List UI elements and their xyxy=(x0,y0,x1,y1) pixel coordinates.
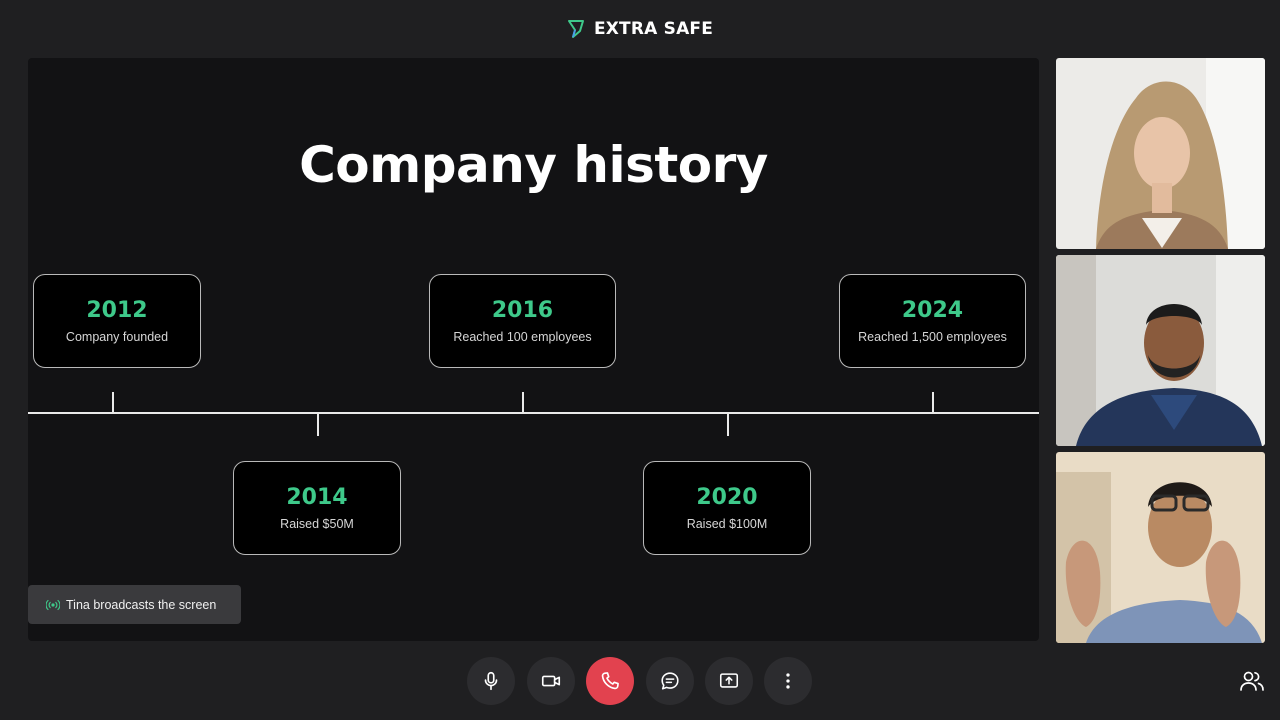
broadcast-icon xyxy=(46,599,60,610)
participant-video-1[interactable] xyxy=(1056,58,1265,249)
phone-icon xyxy=(601,672,619,690)
chat-button[interactable] xyxy=(646,657,694,705)
participant-video-3[interactable] xyxy=(1056,452,1265,643)
milestone-label: Raised $50M xyxy=(280,517,354,531)
milestone-year: 2014 xyxy=(286,485,348,510)
timeline-tick-2020 xyxy=(727,414,729,436)
participants-button[interactable] xyxy=(1238,668,1266,694)
people-icon xyxy=(1240,671,1264,691)
milestone-card: 2024 Reached 1,500 employees xyxy=(839,274,1026,368)
camera-button[interactable] xyxy=(527,657,575,705)
milestone-card: 2016 Reached 100 employees xyxy=(429,274,616,368)
slide-title: Company history xyxy=(299,136,768,194)
participant-video-image xyxy=(1056,255,1265,446)
microphone-button[interactable] xyxy=(467,657,515,705)
microphone-icon xyxy=(484,671,498,691)
brand-name: EXTRA SAFE xyxy=(593,19,714,39)
timeline-tick-2024 xyxy=(932,392,934,414)
share-screen-button[interactable] xyxy=(705,657,753,705)
extra-safe-logo-icon xyxy=(567,20,584,38)
end-call-button[interactable] xyxy=(586,657,634,705)
participant-video-image xyxy=(1056,452,1265,643)
more-vertical-icon xyxy=(786,673,790,689)
screen-share-icon xyxy=(719,673,739,688)
milestone-label: Raised $100M xyxy=(686,517,768,531)
timeline-tick-2012 xyxy=(112,392,114,414)
app-header: EXTRA SAFE xyxy=(0,0,1280,58)
timeline-tick-2014 xyxy=(317,414,319,436)
participant-video-image xyxy=(1056,58,1265,249)
video-camera-icon xyxy=(541,675,561,687)
milestone-card: 2012 Company founded xyxy=(33,274,201,368)
milestone-year: 2012 xyxy=(86,298,148,323)
milestone-label: Reached 1,500 employees xyxy=(858,330,1007,344)
shared-screen: Company history 2012 Company founded 201… xyxy=(28,58,1039,641)
milestone-year: 2020 xyxy=(696,485,758,510)
broadcast-status: Tina broadcasts the screen xyxy=(28,585,241,624)
chat-bubble-icon xyxy=(661,672,679,690)
participant-video-2[interactable] xyxy=(1056,255,1265,446)
milestone-card: 2014 Raised $50M xyxy=(233,461,401,555)
brand: EXTRA SAFE xyxy=(567,19,713,39)
timeline-line xyxy=(28,412,1039,414)
more-options-button[interactable] xyxy=(764,657,812,705)
timeline-tick-2016 xyxy=(522,392,524,414)
broadcast-text: Tina broadcasts the screen xyxy=(66,597,217,612)
milestone-label: Reached 100 employees xyxy=(453,330,592,344)
milestone-year: 2024 xyxy=(901,298,964,323)
milestone-label: Company founded xyxy=(65,330,169,344)
milestone-card: 2020 Raised $100M xyxy=(643,461,811,555)
milestone-year: 2016 xyxy=(491,298,554,323)
